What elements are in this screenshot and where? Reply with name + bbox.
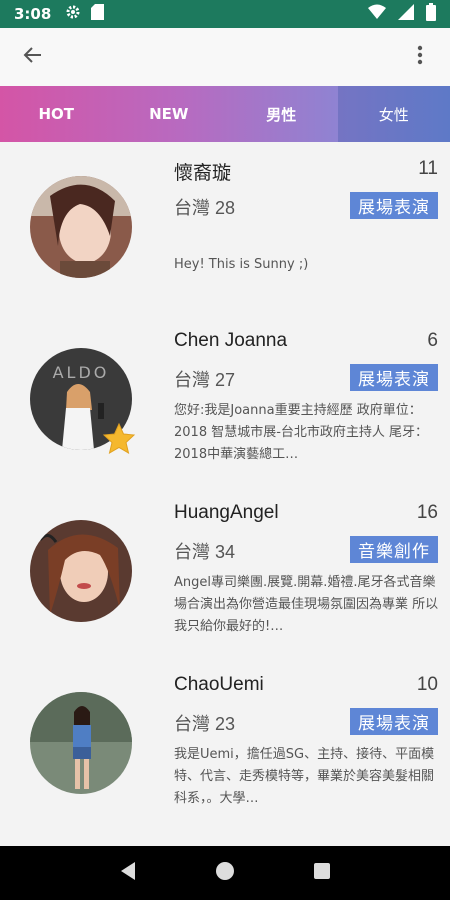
profile-card[interactable]: ChaoUemi 10 台灣 23 展場表演 我是Uemi，擔任過SG、主持、接… bbox=[0, 658, 450, 830]
nav-back-button[interactable] bbox=[108, 853, 148, 893]
avatar[interactable] bbox=[30, 176, 132, 278]
tab-new[interactable]: NEW bbox=[113, 86, 226, 142]
profile-card[interactable]: HuangAngel 16 台灣 34 音樂創作 Angel專司樂團.展覽.開幕… bbox=[0, 486, 450, 658]
avatar-wrap bbox=[30, 176, 132, 278]
more-options-button[interactable] bbox=[408, 42, 432, 72]
profile-description: Hey! This is Sunny ;) bbox=[174, 257, 309, 272]
profile-count: 11 bbox=[418, 158, 438, 179]
profile-location: 台灣 23 bbox=[174, 714, 236, 734]
tab-male[interactable]: 男性 bbox=[225, 86, 338, 142]
more-vert-icon bbox=[417, 45, 423, 69]
profile-list: 懷裔璇 11 台灣 28 展場表演 Hey! This is Sunny ;) … bbox=[0, 142, 450, 846]
status-bar: 3:08 bbox=[0, 0, 450, 28]
svg-text:ALDO: ALDO bbox=[53, 363, 110, 382]
category-badge[interactable]: 展場表演 bbox=[350, 364, 438, 391]
profile-count: 10 bbox=[416, 674, 438, 695]
profile-card[interactable]: ALDO Chen Joanna 6 台灣 27 展場表演 您好:我是Joann… bbox=[0, 314, 450, 486]
avatar-wrap bbox=[30, 520, 132, 622]
tab-hot[interactable]: HOT bbox=[0, 86, 113, 142]
avatar[interactable] bbox=[30, 520, 132, 622]
profile-description: 您好:我是Joanna重要主持經歷 政府單位： 2018 智慧城市展-台北市政府… bbox=[174, 403, 429, 462]
wifi-icon bbox=[368, 4, 386, 24]
profile-location: 台灣 34 bbox=[174, 542, 236, 562]
profile-name: Chen Joanna bbox=[174, 330, 288, 351]
signal-icon bbox=[398, 4, 414, 24]
profile-name: HuangAngel bbox=[174, 502, 279, 523]
app-bar bbox=[0, 28, 450, 86]
arrow-left-icon bbox=[23, 45, 43, 69]
profile-card[interactable]: 懷裔璇 11 台灣 28 展場表演 Hey! This is Sunny ;) bbox=[0, 142, 450, 314]
category-badge[interactable]: 展場表演 bbox=[350, 708, 438, 735]
profile-location: 台灣 28 bbox=[174, 198, 236, 218]
profile-description: Angel專司樂團.展覽.開幕.婚禮.尾牙各式音樂場合演出為你營造最佳現場氛圍因… bbox=[174, 575, 439, 634]
tab-female[interactable]: 女性 bbox=[337, 86, 450, 142]
avatar-wrap: ALDO bbox=[30, 348, 136, 455]
status-time: 3:08 bbox=[14, 5, 52, 23]
status-right-icons bbox=[368, 3, 436, 25]
recents-square-icon bbox=[313, 862, 331, 884]
nav-home-button[interactable] bbox=[205, 853, 245, 893]
star-icon bbox=[102, 422, 136, 456]
back-button[interactable] bbox=[18, 42, 48, 72]
sd-card-icon bbox=[91, 4, 105, 24]
status-left-icons bbox=[65, 4, 105, 24]
avatar[interactable] bbox=[30, 692, 132, 794]
category-tab-bar: HOT NEW 男性 女性 bbox=[0, 86, 450, 142]
profile-description: 我是Uemi，擔任過SG、主持、接待、平面模特、代言、走秀模特等，畢業於美容美髮… bbox=[174, 747, 435, 806]
profile-name: ChaoUemi bbox=[174, 674, 264, 695]
back-triangle-icon bbox=[119, 861, 137, 885]
nav-recents-button[interactable] bbox=[302, 853, 342, 893]
settings-icon bbox=[65, 4, 81, 24]
profile-location: 台灣 27 bbox=[174, 370, 236, 390]
category-badge[interactable]: 展場表演 bbox=[350, 192, 438, 219]
avatar-wrap bbox=[30, 692, 132, 794]
category-badge[interactable]: 音樂創作 bbox=[350, 536, 438, 563]
system-nav-bar bbox=[0, 846, 450, 900]
profile-count: 6 bbox=[427, 330, 438, 351]
profile-name: 懷裔璇 bbox=[174, 163, 232, 184]
battery-icon bbox=[426, 3, 436, 25]
home-circle-icon bbox=[215, 861, 235, 885]
profile-count: 16 bbox=[416, 502, 438, 523]
